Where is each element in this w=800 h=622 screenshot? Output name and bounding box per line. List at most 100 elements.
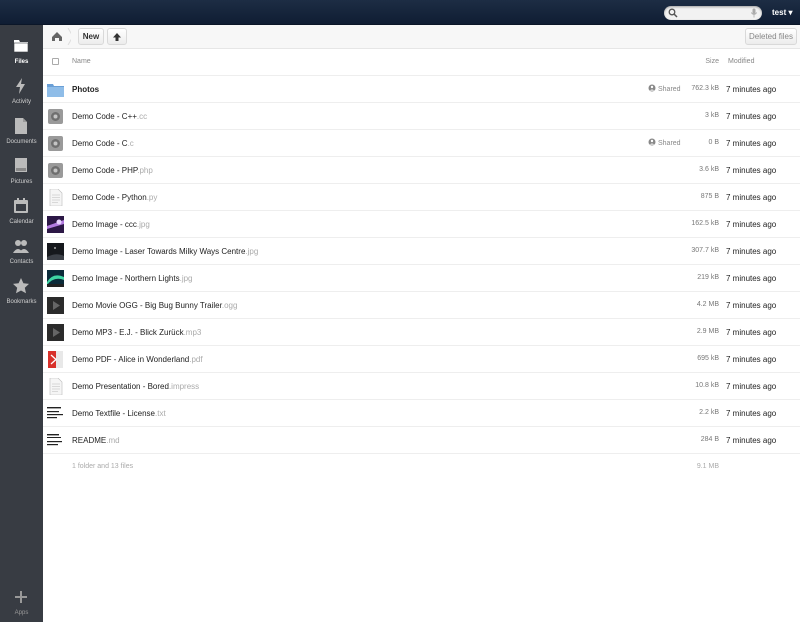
shared-indicator[interactable]: Shared (648, 138, 681, 147)
upload-icon (113, 33, 121, 41)
select-all-checkbox[interactable] (52, 58, 59, 65)
nav-label: Calendar (9, 219, 34, 225)
file-size: 0 B (708, 139, 719, 146)
file-extension: .mp3 (183, 328, 202, 337)
column-size[interactable]: Size (705, 58, 719, 65)
star-icon (13, 278, 29, 294)
file-extension: .jpg (245, 247, 259, 256)
file-basename: Demo Image - Northern Lights (72, 274, 180, 283)
file-basename: Demo Code - PHP (72, 166, 138, 175)
file-extension: .md (106, 436, 120, 445)
nav-label: Documents (6, 139, 37, 145)
file-basename: Demo Image - ccc (72, 220, 137, 229)
file-size: 695 kB (697, 355, 719, 362)
file-modified: 7 minutes ago (726, 328, 777, 337)
nav-item-documents[interactable]: Documents (0, 112, 43, 150)
file-row[interactable]: Demo Textfile - License.txt 2.2 kB 7 minut… (43, 400, 800, 427)
home-breadcrumb[interactable] (47, 27, 74, 46)
microphone-icon[interactable] (750, 8, 758, 18)
file-extension: .c (127, 139, 134, 148)
code-file-icon (47, 108, 64, 125)
nav-item-pictures[interactable]: Pictures (0, 152, 43, 190)
home-icon (52, 27, 74, 46)
shared-indicator[interactable]: Shared (648, 84, 681, 93)
text-preview-thumbnail (47, 432, 64, 449)
file-size: 3.6 kB (699, 166, 719, 173)
file-extension: .impress (168, 382, 200, 391)
file-size: 3 kB (704, 112, 719, 119)
file-extension: .ogg (221, 301, 238, 310)
file-name[interactable]: Demo Movie OGG - Big Bug Bunny Trailer.o… (72, 301, 237, 310)
nav-item-contacts[interactable]: Contacts (0, 232, 43, 270)
file-list-header: Name Size Modified (43, 49, 800, 76)
file-row[interactable]: Demo Image - Laser Towards Milky Ways Ce… (43, 238, 800, 265)
file-modified: 7 minutes ago (726, 382, 777, 391)
file-row[interactable]: Demo PDF - Alice in Wonderland.pdf 695 kB… (43, 346, 800, 373)
file-name[interactable]: Demo Code - Python.py (72, 193, 157, 202)
nav-label: Bookmarks (6, 299, 37, 305)
file-size: 219 kB (697, 274, 719, 281)
file-extension: .cc (136, 112, 148, 121)
file-row[interactable]: Demo Image - ccc.jpg 162.5 kB 7 minutes ag… (43, 211, 800, 238)
file-name[interactable]: Photos (72, 85, 99, 94)
file-extension: .pdf (189, 355, 203, 364)
file-modified: 7 minutes ago (726, 436, 777, 445)
media-file-icon (47, 297, 64, 314)
file-row[interactable]: Demo Code - PHP.php 3.6 kB 7 minutes ago (43, 157, 800, 184)
folder-icon (47, 81, 64, 98)
share-icon (648, 138, 656, 146)
folder-icon (13, 40, 29, 53)
file-row[interactable]: Demo Presentation - Bored.impress 10.8 kB… (43, 373, 800, 400)
file-name[interactable]: Demo Code - C++.cc (72, 112, 147, 121)
file-row[interactable]: README.md 284 B 7 minutes ago (43, 427, 800, 454)
nav-item-bookmarks[interactable]: Bookmarks (0, 272, 43, 310)
file-name[interactable]: Demo MP3 - E.J. - Blick Zurück.mp3 (72, 328, 201, 337)
file-size: 762.3 kB (691, 85, 719, 92)
file-name[interactable]: Demo Code - C.c (72, 139, 134, 148)
user-menu[interactable]: test ▾ (772, 8, 792, 17)
file-row[interactable]: Demo Movie OGG - Big Bug Bunny Trailer.o… (43, 292, 800, 319)
nav-label: Contacts (9, 259, 34, 265)
calendar-icon (14, 198, 28, 213)
summary-size: 9.1 MB (696, 463, 719, 470)
file-basename: Demo Presentation - Bored (72, 382, 169, 391)
file-name[interactable]: README.md (72, 436, 120, 445)
file-row[interactable]: Demo Code - Python.py 875 B 7 minutes ago (43, 184, 800, 211)
nav-item-activity[interactable]: Activity (0, 72, 43, 110)
column-name[interactable]: Name (72, 58, 91, 65)
file-row[interactable]: Demo Code - C++.cc 3 kB 7 minutes ago (43, 103, 800, 130)
file-name[interactable]: Demo Image - Laser Towards Milky Ways Ce… (72, 247, 258, 256)
image-thumbnail (47, 270, 64, 287)
lightning-icon (16, 78, 25, 94)
share-icon (648, 84, 656, 92)
file-row[interactable]: Demo MP3 - E.J. - Blick Zurück.mp3 2.9 MB… (43, 319, 800, 346)
folder-row[interactable]: Photos Shared 762.3 kB 7 minutes ago (43, 76, 800, 103)
search-input[interactable] (679, 7, 747, 19)
file-summary: 1 folder and 13 files 9.1 MB (43, 454, 800, 478)
nav-item-calendar[interactable]: Calendar (0, 192, 43, 230)
file-basename: Demo Code - Python (72, 193, 147, 202)
file-size: 875 B (700, 193, 719, 200)
file-size: 2.9 MB (696, 328, 719, 335)
new-button[interactable]: New (78, 28, 104, 45)
file-row[interactable]: Demo Image - Northern Lights.jpg 219 kB 7 … (43, 265, 800, 292)
file-modified: 7 minutes ago (726, 139, 777, 148)
search-box[interactable] (664, 6, 762, 20)
nav-item-files[interactable]: Files (0, 32, 43, 70)
file-name[interactable]: Demo Presentation - Bored.impress (72, 382, 199, 391)
file-name[interactable]: Demo Code - PHP.php (72, 166, 153, 175)
file-name[interactable]: Demo Textfile - License.txt (72, 409, 166, 418)
file-modified: 7 minutes ago (726, 247, 777, 256)
file-name[interactable]: Demo Image - Northern Lights.jpg (72, 274, 193, 283)
file-name[interactable]: Demo PDF - Alice in Wonderland.pdf (72, 355, 203, 364)
column-modified[interactable]: Modified (728, 58, 754, 65)
nav-item-apps[interactable]: Apps (0, 583, 43, 621)
nav-label: Pictures (10, 179, 33, 185)
upload-button[interactable] (107, 28, 127, 45)
file-row[interactable]: Demo Code - C.c Shared 0 B 7 minutes ago (43, 130, 800, 157)
file-size: 10.8 kB (695, 382, 719, 389)
deleted-files-button[interactable]: Deleted files (745, 28, 797, 45)
file-name[interactable]: Demo Image - ccc.jpg (72, 220, 150, 229)
file-modified: 7 minutes ago (726, 409, 777, 418)
file-modified: 7 minutes ago (726, 301, 777, 310)
